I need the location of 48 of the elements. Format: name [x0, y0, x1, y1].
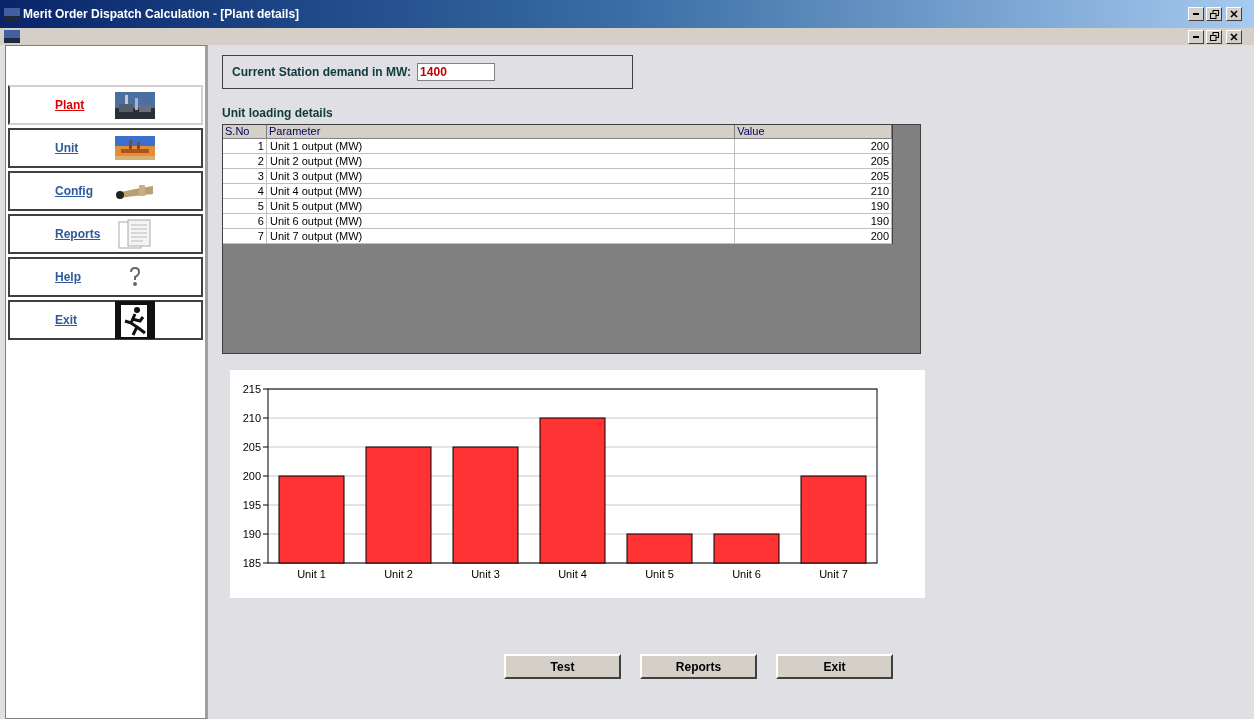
- close-button[interactable]: [1226, 7, 1242, 21]
- pipe-fitting-icon: [115, 183, 155, 199]
- table-cell: 200: [735, 229, 892, 244]
- minimize-icon: [1193, 35, 1199, 38]
- minimize-button[interactable]: [1188, 29, 1204, 44]
- action-button[interactable]: Test: [504, 654, 621, 679]
- sidebar-item[interactable]: Plant: [8, 85, 203, 125]
- axis-label: Unit 1: [297, 568, 326, 580]
- axis-label: 195: [242, 499, 261, 511]
- axis-label: Unit 4: [558, 568, 587, 580]
- restore-icon: [1209, 32, 1219, 41]
- axis-label: Unit 7: [819, 568, 848, 580]
- action-button[interactable]: Reports: [640, 654, 757, 679]
- table-cell: Unit 7 output (MW): [266, 229, 736, 244]
- close-icon: [1230, 10, 1238, 18]
- minimize-icon: [1193, 13, 1199, 15]
- axis-label: 205: [242, 441, 261, 453]
- axis-label: Unit 6: [732, 568, 761, 580]
- restore-icon: [1209, 9, 1219, 19]
- restore-button[interactable]: [1206, 7, 1222, 21]
- action-button[interactable]: Exit: [776, 654, 893, 679]
- axis-label: Unit 5: [645, 568, 674, 580]
- demand-field[interactable]: 1400: [417, 63, 496, 81]
- table-title: Unit loading details: [222, 105, 334, 122]
- axis-label: 215: [242, 383, 261, 395]
- window-title: Merit Order Dispatch Calculation - [Plant details]: [23, 6, 300, 23]
- app-icon: [4, 7, 20, 21]
- close-button[interactable]: [1226, 29, 1242, 44]
- exit-sign-icon: [115, 301, 155, 339]
- minimize-button[interactable]: [1188, 7, 1204, 21]
- axis-label: 190: [242, 528, 261, 540]
- sidebar-item[interactable]: Help: [8, 257, 203, 297]
- axis-label: 200: [242, 470, 261, 482]
- documents-icon: [118, 219, 152, 249]
- restore-button[interactable]: [1206, 29, 1222, 44]
- app-icon: [4, 30, 20, 43]
- axis-label: Unit 3: [471, 568, 500, 580]
- sidebar-item[interactable]: Exit: [8, 300, 203, 340]
- sidebar-item[interactable]: Unit: [8, 128, 203, 168]
- sidebar-item[interactable]: Config: [8, 171, 203, 211]
- axis-label: 210: [242, 412, 261, 424]
- demand-label: Current Station demand in MW:: [232, 64, 412, 81]
- sidebar-item[interactable]: Reports: [8, 214, 203, 254]
- question-mark-icon: [128, 266, 142, 288]
- axis-label: Unit 2: [384, 568, 413, 580]
- close-icon: [1230, 32, 1238, 41]
- table-cell: 7: [223, 229, 267, 244]
- axis-label: 185: [242, 557, 261, 569]
